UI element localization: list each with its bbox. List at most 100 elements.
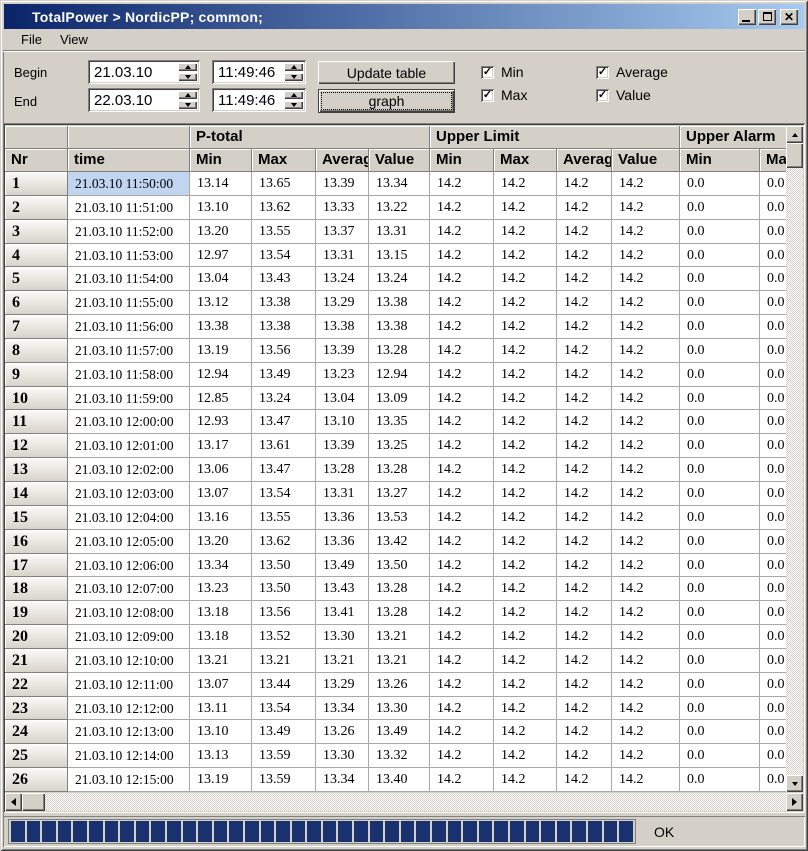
value-cell[interactable]: 13.33: [316, 196, 369, 220]
value-cell[interactable]: 0.0: [680, 434, 760, 458]
value-cell[interactable]: 14.2: [612, 625, 680, 649]
value-cell[interactable]: 13.04: [316, 387, 369, 411]
value-cell[interactable]: 0.0: [680, 458, 760, 482]
value-cell[interactable]: 13.28: [369, 577, 430, 601]
value-cell[interactable]: 13.06: [190, 458, 252, 482]
value-cell[interactable]: 14.2: [430, 625, 494, 649]
value-cell[interactable]: 0.0: [680, 387, 760, 411]
value-cell[interactable]: 13.30: [316, 625, 369, 649]
value-cell[interactable]: 14.2: [494, 339, 557, 363]
horizontal-scroll-thumb[interactable]: [22, 793, 45, 811]
value-cell[interactable]: 14.2: [557, 554, 612, 578]
value-cell[interactable]: 14.2: [557, 458, 612, 482]
vertical-scroll-thumb[interactable]: [786, 143, 803, 168]
row-header-cell[interactable]: 15: [5, 506, 68, 530]
value-cell[interactable]: 14.2: [612, 172, 680, 196]
value-cell[interactable]: 13.42: [369, 530, 430, 554]
value-cell[interactable]: 13.65: [252, 172, 316, 196]
value-cell[interactable]: 12.85: [190, 387, 252, 411]
value-cell[interactable]: 0.0: [760, 220, 786, 244]
value-cell[interactable]: 14.2: [557, 673, 612, 697]
value-cell[interactable]: 14.2: [612, 339, 680, 363]
time-cell[interactable]: 21.03.10 11:58:00: [68, 363, 190, 387]
minimize-button[interactable]: [738, 9, 756, 25]
value-cell[interactable]: 13.28: [369, 339, 430, 363]
value-cell[interactable]: 0.0: [680, 482, 760, 506]
value-cell[interactable]: 14.2: [494, 315, 557, 339]
value-cell[interactable]: 12.94: [369, 363, 430, 387]
value-cell[interactable]: 14.2: [612, 220, 680, 244]
value-cell[interactable]: 13.14: [190, 172, 252, 196]
time-cell[interactable]: 21.03.10 11:57:00: [68, 339, 190, 363]
close-button[interactable]: ✕: [780, 9, 798, 25]
value-cell[interactable]: 14.2: [494, 554, 557, 578]
time-cell[interactable]: 21.03.10 12:00:00: [68, 410, 190, 434]
value-cell[interactable]: 14.2: [612, 530, 680, 554]
value-cell[interactable]: 13.61: [252, 434, 316, 458]
spin-down-button[interactable]: [178, 101, 197, 109]
value-cell[interactable]: 13.55: [252, 506, 316, 530]
spin-up-button[interactable]: [284, 91, 303, 99]
value-cell[interactable]: 13.17: [190, 434, 252, 458]
value-cell[interactable]: 14.2: [430, 768, 494, 792]
value-cell[interactable]: 0.0: [680, 410, 760, 434]
maximize-button[interactable]: [758, 9, 776, 25]
scroll-left-button[interactable]: [5, 793, 22, 811]
value-cell[interactable]: 0.0: [760, 720, 786, 744]
value-cell[interactable]: 0.0: [760, 649, 786, 673]
scroll-down-button[interactable]: [786, 775, 803, 792]
value-cell[interactable]: 0.0: [760, 744, 786, 768]
value-cell[interactable]: 0.0: [760, 506, 786, 530]
value-cell[interactable]: 13.10: [316, 410, 369, 434]
value-cell[interactable]: 14.2: [612, 434, 680, 458]
value-cell[interactable]: 14.2: [557, 744, 612, 768]
checkbox-max[interactable]: ✓ Max: [481, 87, 527, 103]
value-cell[interactable]: 0.0: [760, 434, 786, 458]
value-cell[interactable]: 14.2: [494, 387, 557, 411]
value-cell[interactable]: 14.2: [557, 267, 612, 291]
value-cell[interactable]: 14.2: [494, 601, 557, 625]
row-header-cell[interactable]: 7: [5, 315, 68, 339]
value-cell[interactable]: 0.0: [680, 244, 760, 268]
value-cell[interactable]: 14.2: [557, 196, 612, 220]
value-cell[interactable]: 13.12: [190, 291, 252, 315]
value-cell[interactable]: 13.38: [190, 315, 252, 339]
value-cell[interactable]: 13.24: [316, 267, 369, 291]
value-cell[interactable]: 0.0: [680, 530, 760, 554]
value-cell[interactable]: 12.97: [190, 244, 252, 268]
spin-down-button[interactable]: [284, 101, 303, 109]
column-header-average[interactable]: Average: [557, 149, 612, 172]
column-header-average[interactable]: Average: [316, 149, 369, 172]
value-cell[interactable]: 14.2: [494, 577, 557, 601]
value-cell[interactable]: 13.59: [252, 744, 316, 768]
spin-up-button[interactable]: [178, 63, 197, 71]
time-cell[interactable]: 21.03.10 11:54:00: [68, 267, 190, 291]
spin-up-button[interactable]: [284, 63, 303, 71]
time-cell[interactable]: 21.03.10 12:12:00: [68, 697, 190, 721]
value-cell[interactable]: 14.2: [430, 649, 494, 673]
value-cell[interactable]: 14.2: [430, 172, 494, 196]
value-cell[interactable]: 0.0: [680, 315, 760, 339]
value-cell[interactable]: 13.35: [369, 410, 430, 434]
value-cell[interactable]: 13.47: [252, 458, 316, 482]
time-cell[interactable]: 21.03.10 11:53:00: [68, 244, 190, 268]
value-cell[interactable]: 0.0: [680, 172, 760, 196]
row-header-cell[interactable]: 6: [5, 291, 68, 315]
value-cell[interactable]: 14.2: [557, 530, 612, 554]
end-date-field[interactable]: 22.03.10: [88, 88, 200, 112]
value-cell[interactable]: 14.2: [494, 410, 557, 434]
value-cell[interactable]: 13.38: [252, 315, 316, 339]
value-cell[interactable]: 14.2: [494, 506, 557, 530]
horizontal-scrollbar[interactable]: [5, 793, 803, 811]
menu-file[interactable]: File: [12, 30, 51, 49]
value-cell[interactable]: 13.20: [190, 220, 252, 244]
value-cell[interactable]: 13.07: [190, 673, 252, 697]
value-cell[interactable]: 13.31: [316, 482, 369, 506]
value-cell[interactable]: 0.0: [760, 601, 786, 625]
value-cell[interactable]: 0.0: [760, 458, 786, 482]
value-cell[interactable]: 14.2: [612, 482, 680, 506]
value-cell[interactable]: 14.2: [557, 339, 612, 363]
value-cell[interactable]: 14.2: [557, 315, 612, 339]
time-cell[interactable]: 21.03.10 11:51:00: [68, 196, 190, 220]
value-cell[interactable]: 13.31: [369, 220, 430, 244]
